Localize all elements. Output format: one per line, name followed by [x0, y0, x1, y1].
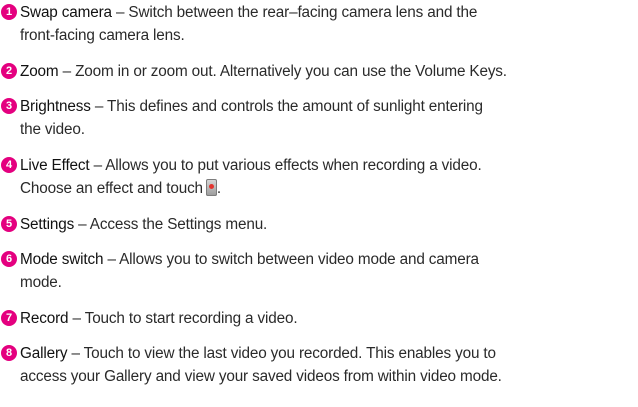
- number-badge: 1: [1, 4, 17, 20]
- item-term: Settings: [20, 216, 75, 233]
- item-text: Swap camera – Switch between the rear–fa…: [20, 1, 636, 47]
- item-text: Live Effect – Allows you to put various …: [20, 154, 636, 200]
- item-text: Brightness – This defines and controls t…: [20, 95, 636, 141]
- item-description-continued: access your Gallery and view your saved …: [20, 368, 502, 385]
- number-badge: 6: [1, 251, 17, 267]
- list-item: 4 Live Effect – Allows you to put variou…: [0, 154, 636, 200]
- item-description: – Zoom in or zoom out. Alternatively you…: [58, 63, 507, 80]
- item-text: Record – Touch to start recording a vide…: [20, 307, 636, 330]
- number-badge: 8: [1, 345, 17, 361]
- item-description: – Allows you to switch between video mod…: [103, 251, 479, 268]
- manual-page: 1 Swap camera – Switch between the rear–…: [0, 0, 638, 407]
- list-item: 7 Record – Touch to start recording a vi…: [0, 307, 636, 330]
- number-badge: 5: [1, 216, 17, 232]
- list-item: 3 Brightness – This defines and controls…: [0, 95, 636, 141]
- number-badge: 4: [1, 157, 17, 173]
- number-badge: 7: [1, 310, 17, 326]
- item-description-continued: mode.: [20, 274, 62, 291]
- item-term: Swap camera: [20, 4, 112, 21]
- record-icon: [205, 179, 217, 196]
- item-term: Live Effect: [20, 157, 90, 174]
- item-description-continued: Choose an effect and touch: [20, 180, 203, 197]
- item-term: Record: [20, 310, 69, 327]
- item-term: Zoom: [20, 63, 59, 80]
- item-text: Settings – Access the Settings menu.: [20, 213, 636, 236]
- number-badge: 3: [1, 98, 17, 114]
- item-description: – Switch between the rear–facing camera …: [111, 4, 478, 21]
- item-description: – Allows you to put various effects when…: [89, 157, 482, 174]
- number-badge: 2: [1, 63, 17, 79]
- item-text: Mode switch – Allows you to switch betwe…: [20, 248, 636, 294]
- item-term: Gallery: [20, 345, 68, 362]
- list-item: 6 Mode switch – Allows you to switch bet…: [0, 248, 636, 294]
- list-item: 2 Zoom – Zoom in or zoom out. Alternativ…: [0, 60, 636, 83]
- item-text: Zoom – Zoom in or zoom out. Alternativel…: [20, 60, 636, 83]
- list-item: 5 Settings – Access the Settings menu.: [0, 213, 636, 236]
- item-text: Gallery – Touch to view the last video y…: [20, 342, 636, 388]
- sentence-end: .: [216, 180, 222, 197]
- item-description: – This defines and controls the amount o…: [90, 98, 483, 115]
- item-description-continued: the video.: [20, 121, 85, 138]
- item-description: – Access the Settings menu.: [74, 216, 268, 233]
- item-term: Mode switch: [20, 251, 104, 268]
- item-description: – Touch to start recording a video.: [68, 310, 298, 327]
- list-item: 8 Gallery – Touch to view the last video…: [0, 342, 636, 388]
- item-term: Brightness: [20, 98, 91, 115]
- list-item: 1 Swap camera – Switch between the rear–…: [0, 1, 636, 47]
- item-description-continued: front-facing camera lens.: [20, 27, 185, 44]
- item-description: – Touch to view the last video you recor…: [67, 345, 497, 362]
